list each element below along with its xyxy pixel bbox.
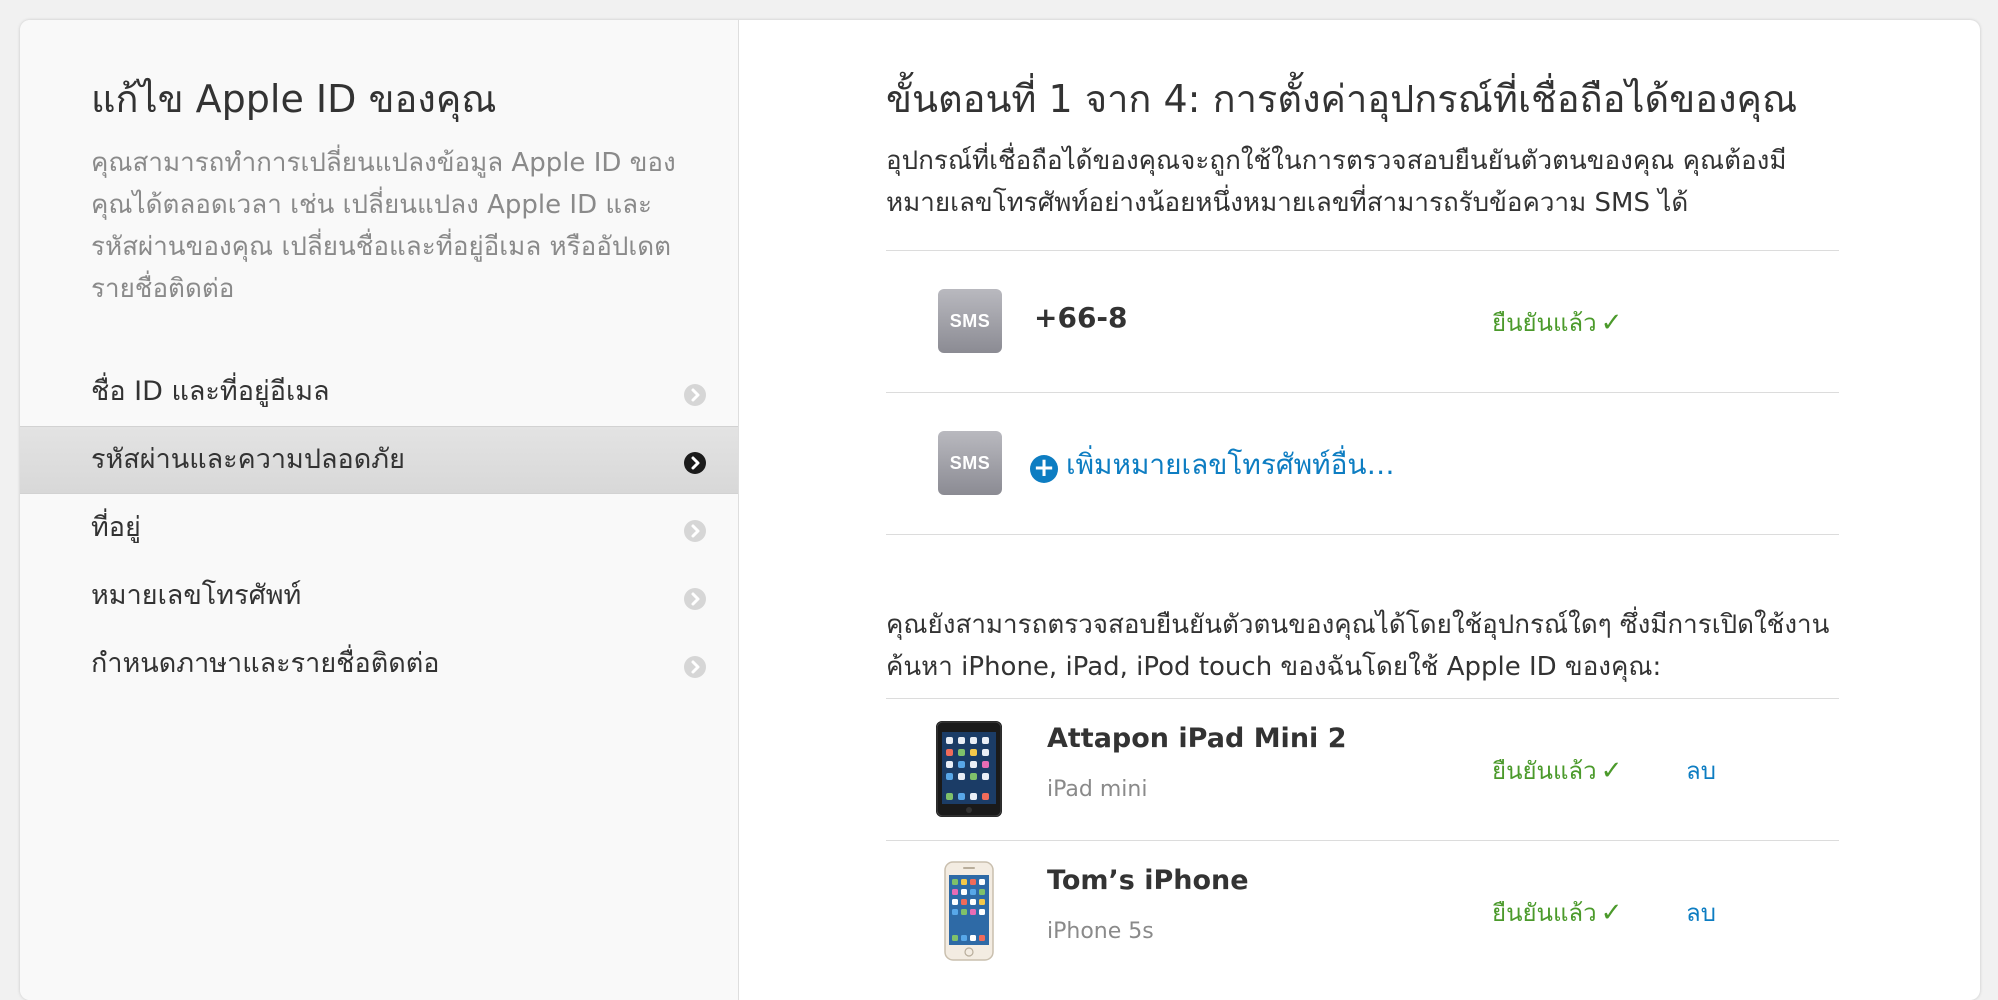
verified-label: ยืนยันแล้ว	[1492, 899, 1597, 927]
checkmark-icon: ✓	[1600, 308, 1623, 338]
intro-text: อุปกรณ์ที่เชื่อถือได้ของคุณจะถูกใช้ในการ…	[886, 146, 1787, 218]
sidebar-item-label: ชื่อ ID และที่อยู่อีเมล	[91, 376, 330, 407]
sidebar-item-label: หมายเลขโทรศัพท์	[91, 580, 302, 611]
chevron-right-icon	[684, 520, 706, 542]
verified-status: ยืนยันแล้ว ✓	[1492, 303, 1622, 342]
add-phone-row: SMS + เพิ่มหมายเลขโทรศัพท์อื่น…	[886, 392, 1839, 535]
remove-device-link[interactable]: ลบ	[1686, 893, 1716, 932]
sidebar-item-address[interactable]: ที่อยู่	[20, 494, 738, 562]
add-phone-label: เพิ่มหมายเลขโทรศัพท์อื่น…	[1066, 448, 1395, 481]
verified-label: ยืนยันแล้ว	[1492, 309, 1597, 337]
verified-status: ยืนยันแล้ว ✓	[1492, 893, 1622, 932]
verified-status: ยืนยันแล้ว ✓	[1492, 751, 1622, 790]
chevron-right-icon	[684, 588, 706, 610]
remove-device-link[interactable]: ลบ	[1686, 751, 1716, 790]
verified-label: ยืนยันแล้ว	[1492, 757, 1597, 785]
phone-number: +66-8	[1034, 301, 1128, 334]
chevron-right-icon	[684, 384, 706, 406]
sidebar-item-label: ที่อยู่	[91, 512, 141, 543]
sidebar-title: แก้ไข Apple ID ของคุณ	[91, 77, 497, 121]
sidebar-item-label: กำหนดภาษาและรายชื่อติดต่อ	[91, 648, 440, 679]
iphone-icon	[944, 861, 994, 961]
device-row: Tom’s iPhone iPhone 5s ยืนยันแล้ว ✓ ลบ	[886, 840, 1839, 983]
chevron-right-icon	[684, 452, 706, 474]
find-my-text: คุณยังสามารถตรวจสอบยืนยันตัวตนของคุณได้โ…	[886, 610, 1830, 682]
checkmark-icon: ✓	[1600, 756, 1623, 786]
divider	[886, 534, 1839, 535]
sidebar-item-language-contacts[interactable]: กำหนดภาษาและรายชื่อติดต่อ	[20, 630, 738, 698]
sidebar-nav: ชื่อ ID และที่อยู่อีเมล รหัสผ่านและความป…	[20, 358, 738, 698]
step-title: ขั้นตอนที่ 1 จาก 4: การตั้งค่าอุปกรณ์ที่…	[886, 77, 1798, 121]
sidebar: แก้ไข Apple ID ของคุณ คุณสามารถทำการเปลี…	[20, 20, 739, 1000]
sms-icon: SMS	[938, 431, 1002, 495]
sms-icon: SMS	[938, 289, 1002, 353]
ipad-icon	[936, 721, 1002, 817]
sidebar-item-name-email[interactable]: ชื่อ ID และที่อยู่อีเมล	[20, 358, 738, 426]
checkmark-icon: ✓	[1600, 898, 1623, 928]
device-name: Tom’s iPhone	[1047, 865, 1249, 896]
main-content: ขั้นตอนที่ 1 จาก 4: การตั้งค่าอุปกรณ์ที่…	[738, 20, 1980, 1000]
device-name: Attapon iPad Mini 2	[1047, 723, 1347, 754]
sidebar-item-password-security[interactable]: รหัสผ่านและความปลอดภัย	[20, 426, 738, 494]
device-model: iPhone 5s	[1047, 919, 1154, 944]
device-model: iPad mini	[1047, 777, 1148, 802]
phone-row: SMS +66-8 ยืนยันแล้ว ✓	[886, 250, 1839, 393]
device-row: Attapon iPad Mini 2 iPad mini ยืนยันแล้ว…	[886, 698, 1839, 841]
sidebar-item-phone-numbers[interactable]: หมายเลขโทรศัพท์	[20, 562, 738, 630]
account-card: แก้ไข Apple ID ของคุณ คุณสามารถทำการเปลี…	[20, 20, 1980, 1000]
sidebar-item-label: รหัสผ่านและความปลอดภัย	[91, 444, 405, 475]
add-phone-link[interactable]: + เพิ่มหมายเลขโทรศัพท์อื่น…	[1030, 443, 1395, 487]
chevron-right-icon	[684, 656, 706, 678]
plus-circle-icon: +	[1030, 455, 1058, 483]
sidebar-description: คุณสามารถทำการเปลี่ยนแปลงข้อมูล Apple ID…	[91, 148, 676, 304]
